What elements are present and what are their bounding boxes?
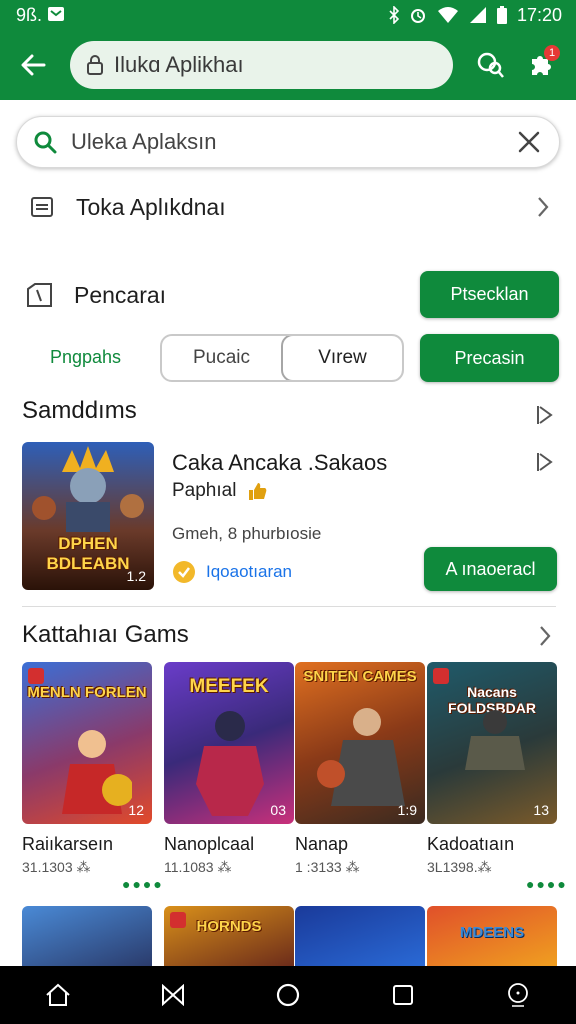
apps-row[interactable]: Toka Aplıkdnaı (0, 184, 576, 230)
game-tile-name: Raiıkarseın (22, 834, 114, 854)
game-tile-partial[interactable] (295, 906, 425, 968)
game-tile-name: Nanap (295, 834, 349, 854)
game-tile-partial[interactable]: MDEENS (427, 906, 557, 968)
game-tile-meta: 1 :3133 ⁂ (295, 859, 360, 875)
notification-icon (48, 5, 65, 26)
game-tile[interactable]: MENLN FORLEN 12 Raiıkarseın 31.1303 ⁂ (22, 662, 152, 876)
search-icon (34, 131, 57, 154)
search-bar[interactable]: Uleka Aplaksın (16, 116, 560, 168)
featured-more-button[interactable] (532, 403, 556, 427)
signal-icon (469, 6, 487, 24)
game-tile-art-text: MENLN FORLEN (27, 684, 147, 701)
game-tile[interactable]: MEEFEK 03 Nanoplcaal 11.1083 ⁂ (164, 662, 294, 876)
segmented-control: Pucaic Vırew (160, 334, 404, 382)
chevron-right-icon (538, 197, 549, 217)
more-dots-icon[interactable]: ●●●● (122, 876, 164, 892)
segment-option-2[interactable]: Vırew (281, 336, 402, 380)
game-tile-name: Kadoatıaın (427, 834, 515, 854)
game-tile-corner: 1:9 (397, 802, 417, 818)
game-tile-partial-text: MDEENS (459, 924, 525, 941)
clock-time: 17:20 (516, 4, 562, 25)
lock-icon (87, 55, 103, 75)
featured-game-title[interactable]: Caka Ancaka .Sakaos (172, 450, 387, 476)
filter-action-button[interactable]: Precasin (420, 334, 559, 382)
circle-home-icon (276, 983, 300, 1007)
featured-section-title: Samddıms (22, 397, 137, 424)
game-tile[interactable]: Nacans FOLDSBDAR 13 Kadoatıaın 3L1398.⁂ (427, 662, 557, 876)
play-chevron-icon (537, 406, 553, 424)
grid-section-title: Kattahıaı Gams (22, 621, 189, 648)
alarm-icon (409, 6, 427, 24)
system-nav-bar (0, 966, 576, 1024)
nav-home-button[interactable] (30, 967, 86, 1023)
battery-icon (496, 6, 507, 24)
home-icon (45, 983, 70, 1006)
apps-row-label: Toka Aplıkdnaı (76, 193, 226, 220)
status-bar: 9ß. 17:20 (0, 0, 576, 30)
nav-recents-button[interactable] (375, 967, 431, 1023)
app-tag-icon (433, 668, 449, 684)
featured-game-meta: Gmeh, 8 phurbıosie (172, 524, 322, 543)
game-tile-meta: 31.1303 ⁂ (22, 859, 91, 875)
game-tile-corner: 03 (270, 802, 286, 818)
chevron-right-icon[interactable] (538, 625, 552, 647)
extensions-button[interactable]: 1 (518, 43, 562, 87)
game-tile-art: MEEFEK 03 (164, 662, 294, 824)
game-tile-art: MENLN FORLEN 12 (22, 662, 152, 824)
search-row-label: Pencaraı (74, 281, 167, 308)
square-recents-icon (393, 985, 414, 1005)
arrow-left-icon (21, 54, 46, 76)
developer-badge-icon (173, 561, 195, 583)
featured-game-developer-row[interactable]: Iqoaotıaran (172, 560, 292, 584)
game-tile-art-text: SNITEN CAMES (303, 668, 417, 685)
featured-art-corner: 1.2 (126, 568, 146, 584)
bluetooth-icon (389, 6, 399, 24)
segment-option-1[interactable]: Pucaic (162, 336, 281, 380)
status-left-text: 9ß. (16, 4, 43, 25)
featured-game-subtitle-row: Paphıal (172, 480, 268, 502)
more-dots-icon[interactable]: ●●●● (526, 876, 568, 892)
chain-search-icon (477, 52, 504, 78)
featured-game-art[interactable]: DPHEN BDLEABN 1.2 (22, 442, 154, 590)
back-button[interactable] (10, 42, 56, 88)
section-divider (22, 606, 556, 607)
game-tile-partial[interactable] (22, 906, 152, 968)
search-input[interactable]: Uleka Aplaksın (71, 129, 507, 155)
featured-game-subtitle: Paphıal (172, 480, 237, 501)
thumbs-up-icon (249, 483, 267, 500)
nav-assistant-button[interactable] (490, 967, 546, 1023)
game-tile-meta: 3L1398.⁂ (427, 859, 492, 875)
nav-circle-button[interactable] (260, 967, 316, 1023)
game-tile-art-text: MEEFEK (189, 676, 269, 697)
top-app-bar: Ilukɑ Aplikhaı 1 (0, 30, 576, 100)
game-tile-art: SNITEN CAMES 1:9 (295, 662, 425, 824)
game-tile-corner: 13 (533, 802, 549, 818)
clear-search-button[interactable] (507, 120, 551, 164)
nav-apps-button[interactable] (145, 967, 201, 1023)
document-icon (26, 191, 58, 223)
game-tile-partial-text: HORNDS (196, 918, 262, 935)
wifi-icon (437, 6, 459, 24)
game-tile-meta: 11.1083 ⁂ (164, 859, 232, 875)
featured-install-button[interactable]: A ınaoeracl (424, 547, 557, 591)
game-tile[interactable]: SNITEN CAMES 1:9 Nanap 1 :3133 ⁂ (295, 662, 425, 876)
search-action-button[interactable]: Ptsecklan (420, 271, 559, 318)
notification-badge: 1 (544, 45, 560, 61)
close-icon (518, 131, 540, 153)
assistant-icon (508, 983, 529, 1007)
app-tag-icon (28, 668, 44, 684)
store-tag-icon (24, 279, 56, 311)
url-field[interactable]: Ilukɑ Aplikhaı (70, 41, 453, 89)
game-tile-partial[interactable]: HORNDS (164, 906, 294, 968)
game-tile-art: Nacans FOLDSBDAR 13 (427, 662, 557, 824)
play-chevron-icon (537, 453, 553, 471)
filter-link[interactable]: Pngpahs (50, 347, 121, 368)
game-tile-name: Nanoplcaal (164, 834, 255, 854)
game-tile-corner: 12 (128, 802, 144, 818)
link-search-button[interactable] (468, 43, 512, 87)
featured-game-more-button[interactable] (532, 450, 556, 474)
featured-game-developer: Iqoaotıaran (206, 562, 293, 581)
bowtie-icon (161, 984, 184, 1006)
url-text: Ilukɑ Aplikhaı (114, 52, 244, 77)
